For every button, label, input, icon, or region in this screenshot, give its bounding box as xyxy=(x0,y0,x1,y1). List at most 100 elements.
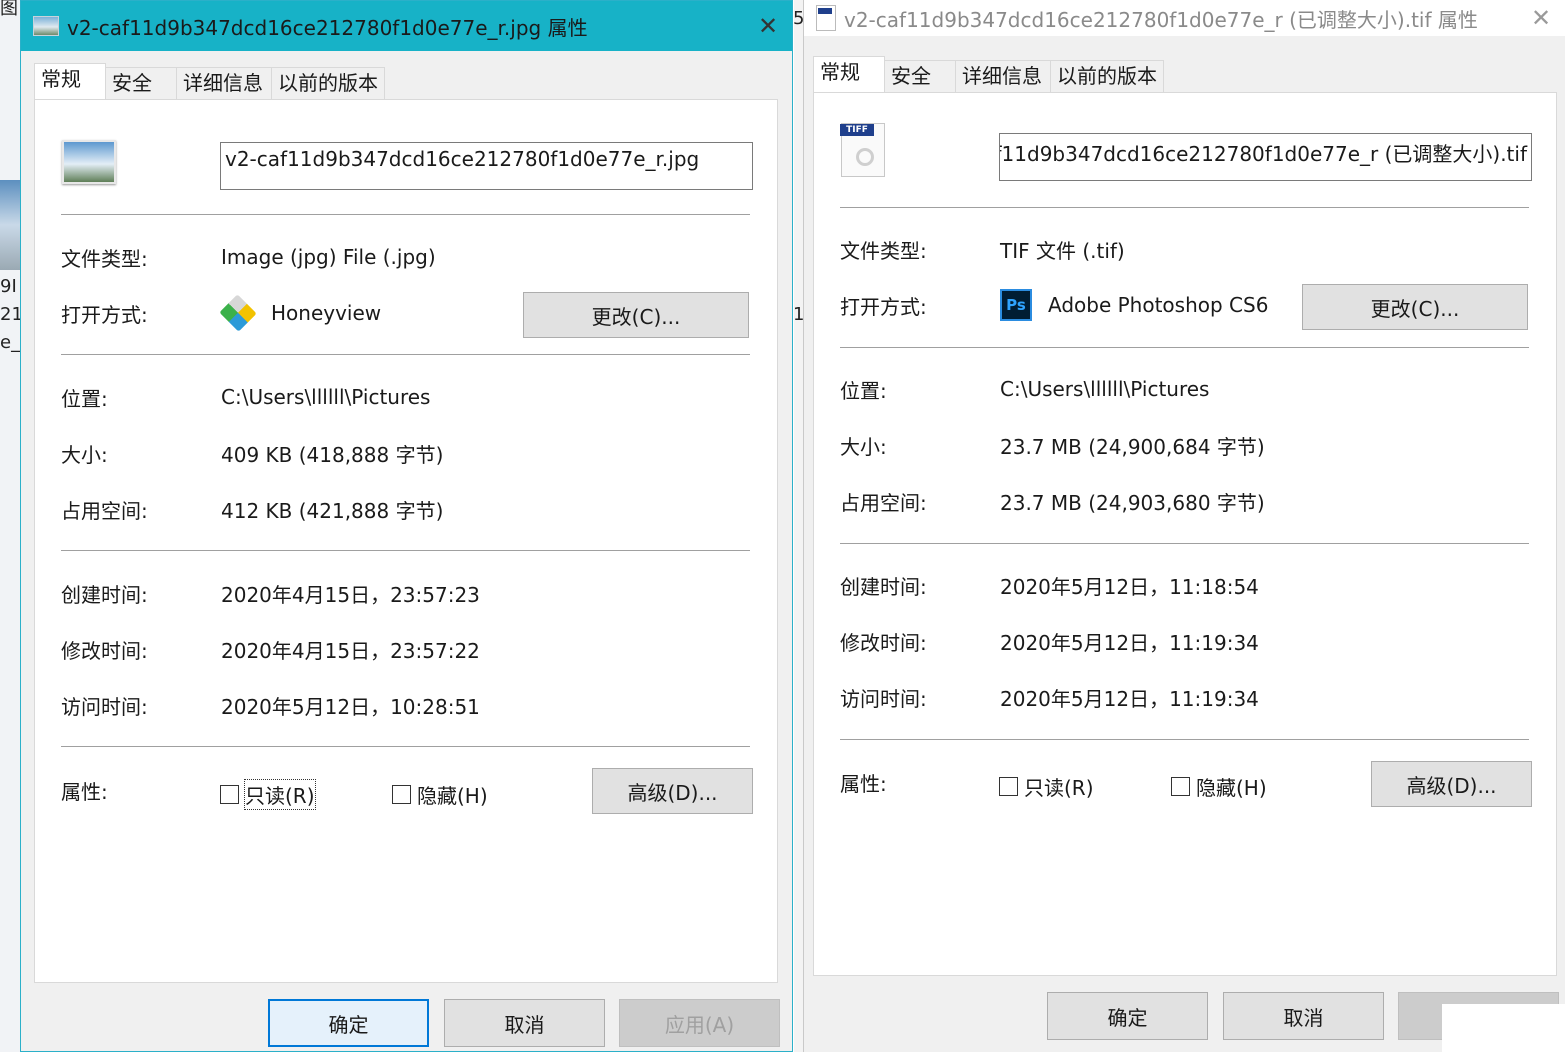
accessed-value: 2020年5月12日，11:19:34 xyxy=(1000,686,1259,711)
disk-size-label: 占用空间: xyxy=(840,490,927,515)
desktop-thumbnail xyxy=(0,180,22,270)
disk-size-label: 占用空间: xyxy=(61,498,148,523)
divider xyxy=(61,746,750,747)
title-bar[interactable]: v2-caf11d9b347dcd16ce212780f1d0e77e_r (已… xyxy=(804,0,1565,36)
checkbox-box[interactable] xyxy=(392,785,411,804)
location-label: 位置: xyxy=(840,378,887,403)
created-row: 创建时间: 2020年5月12日，11:18:54 xyxy=(840,570,1259,600)
hidden-checkbox[interactable]: 隐藏(H) xyxy=(392,780,488,809)
advanced-button[interactable]: 高级(D)... xyxy=(592,768,753,814)
file-type-row: 文件类型: Image (jpg) File (.jpg) xyxy=(61,242,436,272)
tab-strip: 常规 安全 详细信息 以前的版本 xyxy=(813,56,1164,92)
tab-details[interactable]: 详细信息 xyxy=(176,67,272,99)
disk-size-value: 23.7 MB (24,903,680 字节) xyxy=(1000,490,1265,515)
created-row: 创建时间: 2020年4月15日，23:57:23 xyxy=(61,578,480,608)
location-value: C:\Users\llllll\Pictures xyxy=(221,385,431,409)
hidden-checkbox[interactable]: 隐藏(H) xyxy=(1171,772,1267,801)
attributes-row: 属性: xyxy=(840,767,1000,797)
desktop-text: 图 xyxy=(0,0,18,19)
open-with-value: Honeyview xyxy=(271,301,382,325)
properties-dialog-jpg: v2-caf11d9b347dcd16ce212780f1d0e77e_r.jp… xyxy=(20,0,793,1052)
attributes-row: 属性: xyxy=(61,775,221,805)
readonly-label: 只读(R) xyxy=(1024,776,1094,800)
location-label: 位置: xyxy=(61,386,108,411)
ok-button[interactable]: 确定 xyxy=(268,999,429,1047)
tab-general[interactable]: 常规 xyxy=(813,56,885,92)
accessed-row: 访问时间: 2020年5月12日，10:28:51 xyxy=(61,690,480,720)
change-button[interactable]: 更改(C)... xyxy=(523,292,749,338)
accessed-label: 访问时间: xyxy=(840,686,927,711)
modified-label: 修改时间: xyxy=(61,638,148,663)
apply-button[interactable]: 应用(A) xyxy=(619,999,780,1047)
file-type-label: 文件类型: xyxy=(61,246,148,271)
photoshop-icon: Ps xyxy=(1000,289,1032,321)
checkbox-box[interactable] xyxy=(220,785,239,804)
tab-strip: 常规 安全 详细信息 以前的版本 xyxy=(34,63,385,99)
general-panel: TIFF ıf11d9b347dcd16ce212780f1d0e77e_r (… xyxy=(813,92,1557,976)
general-panel: v2-caf11d9b347dcd16ce212780f1d0e77e_r.jp… xyxy=(34,99,778,983)
cancel-button[interactable]: 取消 xyxy=(444,999,605,1047)
divider xyxy=(61,550,750,551)
open-with-row: 打开方式: Ps Adobe Photoshop CS6 xyxy=(840,289,1268,321)
tab-general[interactable]: 常规 xyxy=(34,63,106,99)
size-label: 大小: xyxy=(840,434,887,459)
checkbox-box[interactable] xyxy=(999,777,1018,796)
attributes-label: 属性: xyxy=(61,779,108,804)
change-button[interactable]: 更改(C)... xyxy=(1302,284,1528,330)
open-with-value-wrap: Ps Adobe Photoshop CS6 xyxy=(1000,289,1268,321)
tab-details[interactable]: 详细信息 xyxy=(955,60,1051,92)
divider xyxy=(61,214,750,215)
tab-security[interactable]: 安全 xyxy=(884,60,956,92)
file-type-value: Image (jpg) File (.jpg) xyxy=(221,245,436,269)
file-name-input[interactable]: ıf11d9b347dcd16ce212780f1d0e77e_r (已调整大小… xyxy=(999,133,1532,181)
location-row: 位置: C:\Users\llllll\Pictures xyxy=(840,374,1209,404)
divider xyxy=(840,543,1529,544)
location-row: 位置: C:\Users\llllll\Pictures xyxy=(61,382,430,412)
advanced-button[interactable]: 高级(D)... xyxy=(1371,761,1532,807)
file-type-value: TIF 文件 (.tif) xyxy=(1000,238,1125,263)
close-icon[interactable]: ✕ xyxy=(744,6,792,46)
tif-file-icon xyxy=(816,5,836,31)
modified-row: 修改时间: 2020年4月15日，23:57:22 xyxy=(61,634,480,664)
file-name-input[interactable]: v2-caf11d9b347dcd16ce212780f1d0e77e_r.jp… xyxy=(220,142,753,190)
properties-dialog-tif: v2-caf11d9b347dcd16ce212780f1d0e77e_r (已… xyxy=(803,0,1565,1052)
checkbox-box[interactable] xyxy=(1171,777,1190,796)
location-value: C:\Users\llllll\Pictures xyxy=(1000,377,1210,401)
cancel-button[interactable]: 取消 xyxy=(1223,992,1384,1040)
attributes-label: 属性: xyxy=(840,771,887,796)
readonly-checkbox[interactable]: 只读(R) xyxy=(999,772,1094,801)
modified-value: 2020年4月15日，23:57:22 xyxy=(221,638,480,663)
desktop-background xyxy=(0,0,22,1052)
tif-badge: TIFF xyxy=(840,124,874,136)
readonly-label: 只读(R) xyxy=(244,779,316,810)
tif-glyph-icon xyxy=(856,148,874,166)
close-icon[interactable]: ✕ xyxy=(1517,0,1565,38)
readonly-checkbox[interactable]: 只读(R) xyxy=(220,779,316,810)
window-title: v2-caf11d9b347dcd16ce212780f1d0e77e_r.jp… xyxy=(67,15,588,40)
ok-button[interactable]: 确定 xyxy=(1047,992,1208,1040)
hidden-label: 隐藏(H) xyxy=(1196,776,1267,800)
created-label: 创建时间: xyxy=(840,574,927,599)
size-row: 大小: 23.7 MB (24,900,684 字节) xyxy=(840,430,1265,460)
occluding-overlay xyxy=(1442,1004,1565,1052)
tab-security[interactable]: 安全 xyxy=(105,67,177,99)
file-type-label: 文件类型: xyxy=(840,238,927,263)
tab-previous-versions[interactable]: 以前的版本 xyxy=(271,67,385,99)
open-with-label: 打开方式: xyxy=(840,294,927,319)
title-bar[interactable]: v2-caf11d9b347dcd16ce212780f1d0e77e_r.jp… xyxy=(21,1,792,51)
created-value: 2020年4月15日，23:57:23 xyxy=(221,582,480,607)
size-value: 23.7 MB (24,900,684 字节) xyxy=(1000,434,1265,459)
tif-file-icon: TIFF xyxy=(840,123,885,177)
open-with-value: Adobe Photoshop CS6 xyxy=(1048,293,1269,317)
divider xyxy=(840,207,1529,208)
accessed-label: 访问时间: xyxy=(61,694,148,719)
size-label: 大小: xyxy=(61,442,108,467)
file-type-row: 文件类型: TIF 文件 (.tif) xyxy=(840,234,1125,264)
disk-size-row: 占用空间: 23.7 MB (24,903,680 字节) xyxy=(840,486,1265,516)
accessed-row: 访问时间: 2020年5月12日，11:19:34 xyxy=(840,682,1259,712)
tab-previous-versions[interactable]: 以前的版本 xyxy=(1050,60,1164,92)
modified-row: 修改时间: 2020年5月12日，11:19:34 xyxy=(840,626,1259,656)
window-title: v2-caf11d9b347dcd16ce212780f1d0e77e_r (已… xyxy=(844,7,1478,32)
open-with-row: 打开方式: Honeyview xyxy=(61,294,382,332)
honeyview-icon xyxy=(219,294,257,332)
